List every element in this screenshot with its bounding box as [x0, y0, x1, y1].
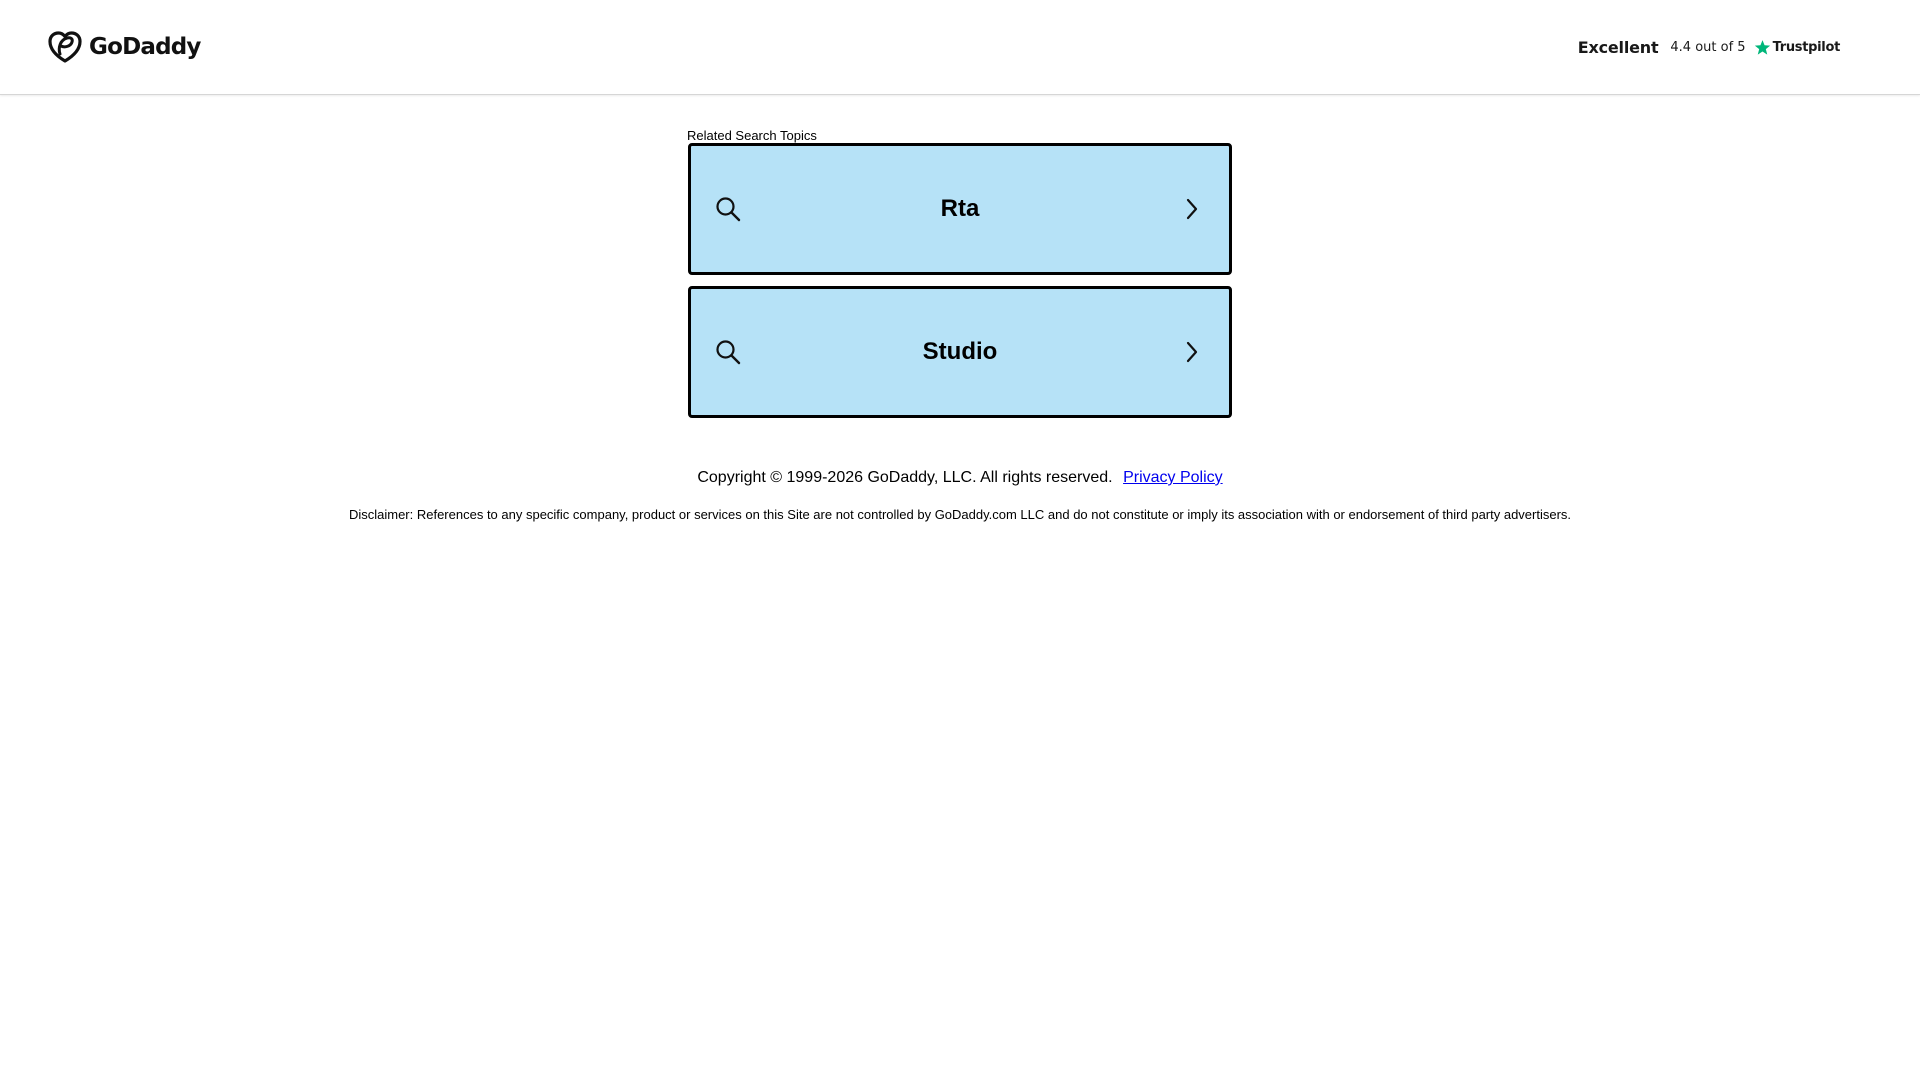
topic-label: Studio: [922, 338, 998, 365]
trustpilot-widget[interactable]: Excellent 4.4 out of 5 Trustpilot: [1577, 38, 1841, 57]
godaddy-logo[interactable]: GoDaddy: [47, 29, 201, 65]
disclaimer-text: Disclaimer: References to any specific c…: [348, 507, 1572, 522]
logo-text: GoDaddy: [89, 34, 201, 60]
site-header: GoDaddy Excellent 4.4 out of 5 Trustpilo…: [0, 0, 1920, 95]
privacy-policy-link[interactable]: Privacy Policy: [1123, 469, 1223, 486]
topic-label: Rta: [940, 195, 980, 222]
chevron-right-icon: [1186, 198, 1198, 220]
godaddy-heart-icon: [48, 31, 82, 63]
chevron-right-icon: [1186, 341, 1198, 363]
related-search-label: Related Search Topics: [687, 128, 817, 143]
topic-item-rta[interactable]: Rta: [688, 143, 1232, 275]
topic-item-studio[interactable]: Studio: [688, 286, 1232, 418]
star-icon: [1754, 40, 1770, 55]
copyright-line: Copyright © 1999-2026 GoDaddy, LLC. All …: [0, 468, 1920, 488]
trustpilot-rating-text: 4.4 out of 5: [1670, 40, 1746, 55]
copyright-text: Copyright © 1999-2026 GoDaddy, LLC. All …: [697, 469, 1113, 486]
trustpilot-brand: Trustpilot: [1772, 40, 1841, 55]
trustpilot-rating-word: Excellent: [1577, 38, 1659, 57]
